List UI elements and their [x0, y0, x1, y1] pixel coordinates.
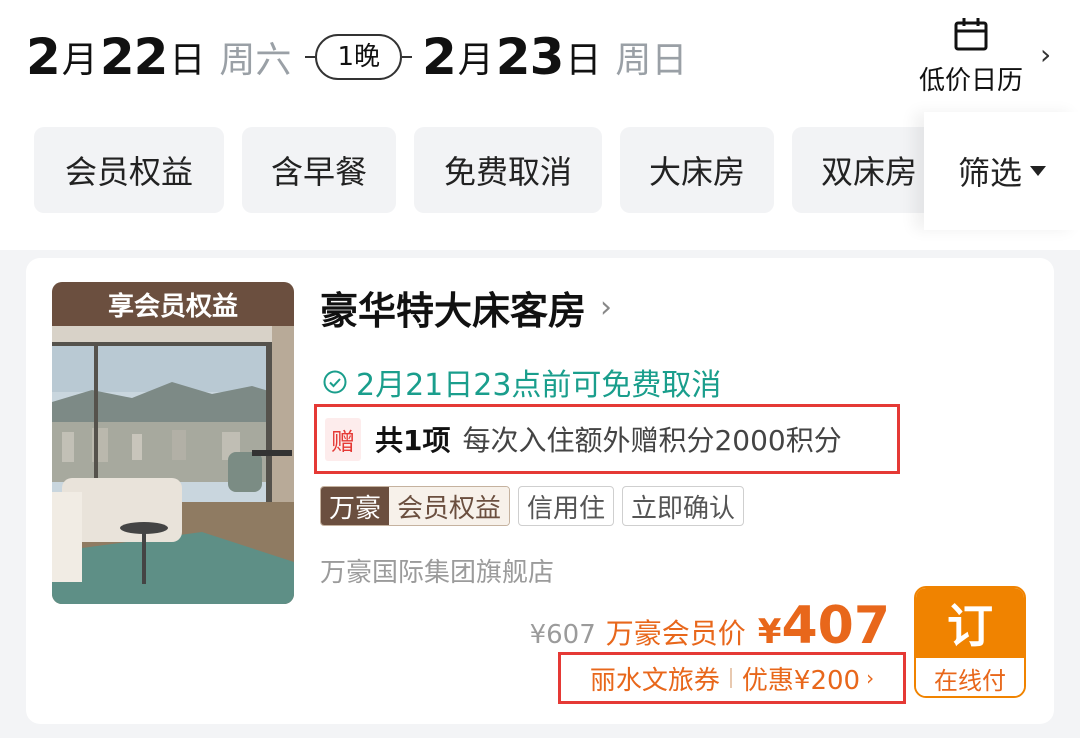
coupon-discount: 优惠¥200: [741, 665, 861, 696]
dash-left: [305, 56, 316, 58]
store-name: 万豪国际集团旗舰店: [320, 558, 555, 588]
pay-online-label: 在线付: [916, 658, 1024, 696]
header-panel: 2 月 22 日 周六 1晚 2 月 23 日 周日 低价日历 › 会员权益 含…: [0, 0, 1080, 250]
brand-label: 万豪: [321, 487, 390, 525]
currency-symbol: ¥: [757, 612, 782, 652]
price-row: ¥607 万豪会员价 ¥ 407: [530, 596, 890, 656]
date-selector[interactable]: 2 月 22 日 周六 1晚 2 月 23 日 周日: [26, 22, 687, 92]
member-tag: 万豪 会员权益: [320, 486, 511, 526]
coupon-divider: [729, 668, 732, 688]
checkout-month: 2: [421, 28, 457, 86]
gift-description: 每次入住额外赠积分2000积分: [462, 424, 842, 457]
chip-member-benefits[interactable]: 会员权益: [34, 127, 224, 213]
chevron-right-icon: ›: [866, 666, 875, 690]
member-price-label: 万豪会员价: [605, 617, 746, 650]
checkin-day-unit: 日: [169, 40, 206, 81]
check-circle-icon: [323, 370, 347, 394]
nights-indicator: 1晚: [305, 34, 412, 80]
room-title-text: 豪华特大床客房: [320, 289, 587, 333]
checkout-day: 23: [495, 28, 565, 86]
chevron-right-icon[interactable]: ›: [1040, 38, 1051, 71]
caret-down-icon: [1030, 166, 1046, 176]
filter-chips: 会员权益 含早餐 免费取消 大床房 双床房: [34, 127, 946, 213]
instant-confirm-tag: 立即确认: [622, 486, 745, 526]
checkout-month-unit: 月: [457, 40, 494, 81]
coupon-row[interactable]: 丽水文旅券 优惠¥200 ›: [558, 652, 906, 704]
credit-stay-tag: 信用住: [518, 486, 615, 526]
chip-twin-bed[interactable]: 双床房: [792, 127, 946, 213]
calendar-label: 低价日历: [918, 66, 1023, 96]
member-benefit-badge: 享会员权益: [52, 282, 294, 326]
checkin-day: 22: [99, 28, 169, 86]
coupon-content: 丽水文旅券 优惠¥200 ›: [590, 660, 874, 697]
coupon-name: 丽水文旅券: [589, 665, 720, 696]
room-tags: 万豪 会员权益 信用住 立即确认: [320, 486, 745, 526]
room-photo[interactable]: 享会员权益: [52, 282, 294, 604]
room-card[interactable]: 享会员权益 豪华特大床客房 › 2月21日23点前可免费取消 赠 共1项 每次入…: [26, 258, 1054, 724]
chip-breakfast[interactable]: 含早餐: [242, 127, 396, 213]
checkin-month: 2: [26, 28, 61, 86]
checkout-weekday: 周日: [615, 40, 688, 81]
chip-free-cancel[interactable]: 免费取消: [414, 127, 602, 213]
room-image: [52, 282, 294, 604]
gift-tag: 赠: [325, 417, 361, 461]
filter-label: 筛选: [957, 154, 1022, 192]
checkin-weekday: 周六: [219, 40, 292, 81]
checkin-month-unit: 月: [61, 40, 98, 81]
cancel-policy: 2月21日23点前可免费取消: [322, 360, 721, 404]
original-price: ¥607: [529, 620, 596, 650]
filter-button[interactable]: 筛选: [924, 112, 1080, 230]
checkout-day-unit: 日: [565, 40, 602, 81]
low-price-calendar-button[interactable]: 低价日历: [906, 14, 1036, 96]
nights-count: 1晚: [315, 34, 402, 80]
room-title[interactable]: 豪华特大床客房 ›: [320, 280, 612, 335]
member-price: 407: [781, 596, 890, 656]
dash-right: [401, 56, 412, 58]
gift-row[interactable]: 赠 共1项 每次入住额外赠积分2000积分: [314, 404, 900, 474]
chip-king-bed[interactable]: 大床房: [620, 127, 774, 213]
gift-count: 共1项: [375, 424, 451, 457]
calendar-icon: [954, 18, 988, 51]
chevron-right-icon: ›: [600, 290, 613, 325]
perk-label: 会员权益: [389, 487, 510, 525]
book-button[interactable]: 订 在线付: [914, 586, 1026, 698]
cancel-policy-text: 2月21日23点前可免费取消: [356, 368, 722, 403]
book-label: 订: [916, 588, 1024, 658]
